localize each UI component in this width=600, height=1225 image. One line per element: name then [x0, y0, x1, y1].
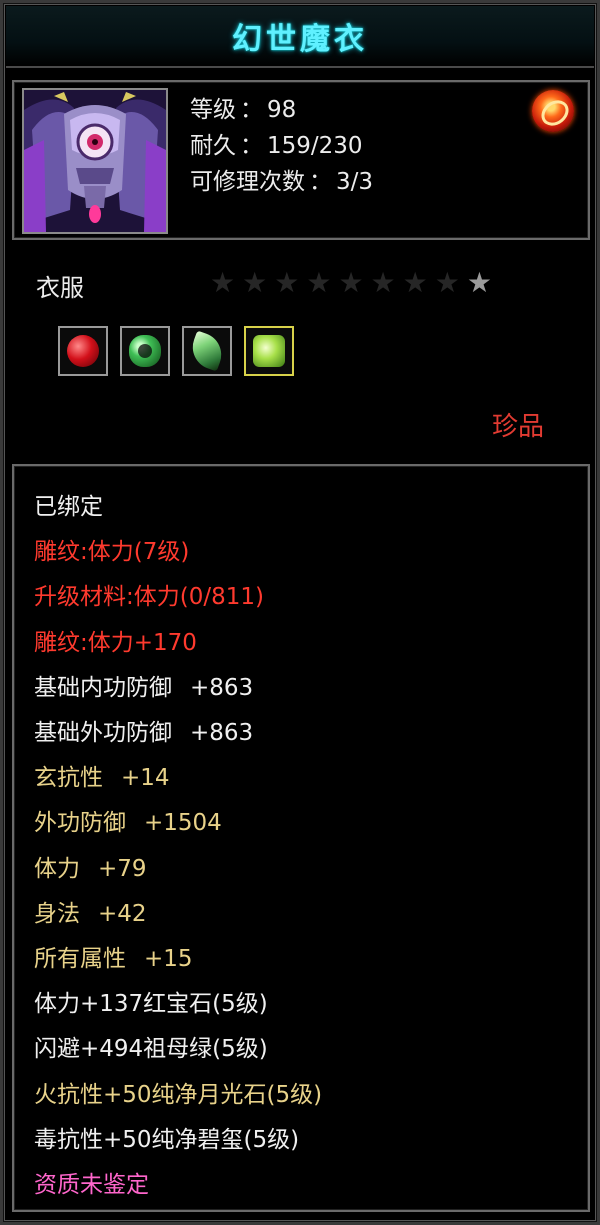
level-separator: ：	[240, 97, 263, 123]
attribute-value: +1504	[144, 810, 222, 837]
attribute-row: 资质未鉴定	[34, 1170, 149, 1200]
peridot-icon	[253, 335, 285, 367]
attribute-text: 玄抗性	[34, 765, 103, 792]
gem-slot-peridot[interactable]	[244, 326, 294, 376]
attribute-row: 火抗性+50纯净月光石(5级)	[34, 1080, 322, 1110]
durability-value: 159/230	[267, 133, 363, 159]
star-icon: ★	[466, 266, 499, 299]
attribute-value: +14	[121, 765, 170, 792]
durability-row: 耐久： 159/230	[190, 126, 363, 160]
attributes-panel: 已绑定雕纹:体力(7级) 升级材料:体力(0/811) 雕纹:体力+170 基础内功防…	[12, 464, 590, 1212]
repair-label: 可修理次数	[190, 169, 305, 195]
star-icon: ★	[338, 266, 371, 299]
star-icon: ★	[402, 266, 435, 299]
gem-slot-leaf[interactable]	[182, 326, 232, 376]
star-icon: ★	[210, 266, 243, 299]
attribute-row: 基础内功防御 +863	[34, 673, 253, 703]
star-icon: ★	[434, 266, 467, 299]
attribute-text: 火抗性+50纯净月光石(5级)	[34, 1081, 323, 1108]
item-portrait	[22, 88, 168, 234]
gem-slot-ruby[interactable]	[58, 326, 108, 376]
attribute-row: 身法 +42	[34, 899, 147, 929]
attribute-value: +15	[144, 946, 193, 972]
attribute-text: 外功防御	[34, 810, 126, 837]
attribute-text: 雕纹:体力(7级)	[34, 539, 190, 566]
attribute-text: 升级材料:体力(0/811)	[34, 584, 264, 611]
item-title: 幻世魔衣	[232, 22, 368, 57]
attribute-text: 毒抗性+50纯净碧玺(5级)	[34, 1126, 300, 1153]
level-label: 等级	[190, 97, 236, 123]
star-icon: ★	[306, 266, 339, 299]
attribute-value: +863	[190, 720, 254, 746]
item-info-panel: 等级： 98 耐久： 159/230 可修理次数： 3/3	[12, 80, 590, 240]
attribute-text: 已绑定	[34, 494, 103, 520]
attribute-text: 基础外功防御	[34, 720, 172, 746]
attribute-row: 雕纹:体力+170	[34, 628, 197, 658]
attribute-row: 基础外功防御 +863	[34, 718, 253, 748]
title-bar: 幻世魔衣	[6, 6, 594, 68]
durability-label: 耐久	[190, 133, 236, 159]
rarity-label: 珍品	[492, 412, 545, 442]
durability-separator: ：	[240, 133, 263, 159]
star-icon: ★	[274, 266, 307, 299]
attribute-text: 所有属性	[34, 946, 126, 972]
repair-value: 3/3	[336, 169, 374, 195]
attribute-text: 身法	[34, 900, 80, 927]
leaf-gem-icon	[186, 330, 228, 372]
attribute-text: 雕纹:体力+170	[34, 629, 197, 656]
star-icon: ★	[242, 266, 275, 299]
attribute-row: 闪避+494祖母绿(5级)	[34, 1034, 268, 1064]
item-category: 衣服	[36, 274, 84, 302]
attribute-row: 毒抗性+50纯净碧玺(5级)	[34, 1125, 299, 1155]
attribute-row: 已绑定	[34, 492, 103, 522]
attribute-row: 玄抗性 +14	[34, 763, 170, 793]
attribute-text: 体力	[34, 855, 80, 882]
gem-slot-jade[interactable]	[120, 326, 170, 376]
ruby-icon	[67, 335, 99, 367]
level-row: 等级： 98	[190, 90, 296, 124]
attribute-row: 雕纹:体力(7级)	[34, 537, 189, 567]
attribute-row: 所有属性 +15	[34, 944, 193, 974]
attribute-text: 闪避+494祖母绿(5级)	[34, 1036, 268, 1063]
attribute-text: 基础内功防御	[34, 674, 172, 701]
item-class-badge-icon	[532, 90, 574, 132]
repair-row: 可修理次数： 3/3	[190, 162, 373, 196]
jade-ring-icon	[129, 335, 161, 367]
armor-icon	[24, 90, 166, 232]
attribute-row: 体力 +79	[34, 854, 147, 884]
attribute-value: +863	[190, 674, 254, 701]
attribute-text: 体力+137红宝石(5级)	[34, 991, 268, 1018]
attribute-value: +79	[98, 855, 147, 882]
attribute-row: 升级材料:体力(0/811)	[34, 582, 264, 612]
attribute-value: +42	[98, 900, 147, 927]
repair-separator: ：	[309, 169, 332, 195]
enhance-stars: ★★★★★★★★★	[210, 266, 499, 299]
attribute-row: 外功防御 +1504	[34, 808, 222, 838]
star-icon: ★	[370, 266, 403, 299]
level-value: 98	[267, 97, 297, 123]
attribute-text: 资质未鉴定	[34, 1172, 149, 1198]
attribute-row: 体力+137红宝石(5级)	[34, 989, 268, 1019]
